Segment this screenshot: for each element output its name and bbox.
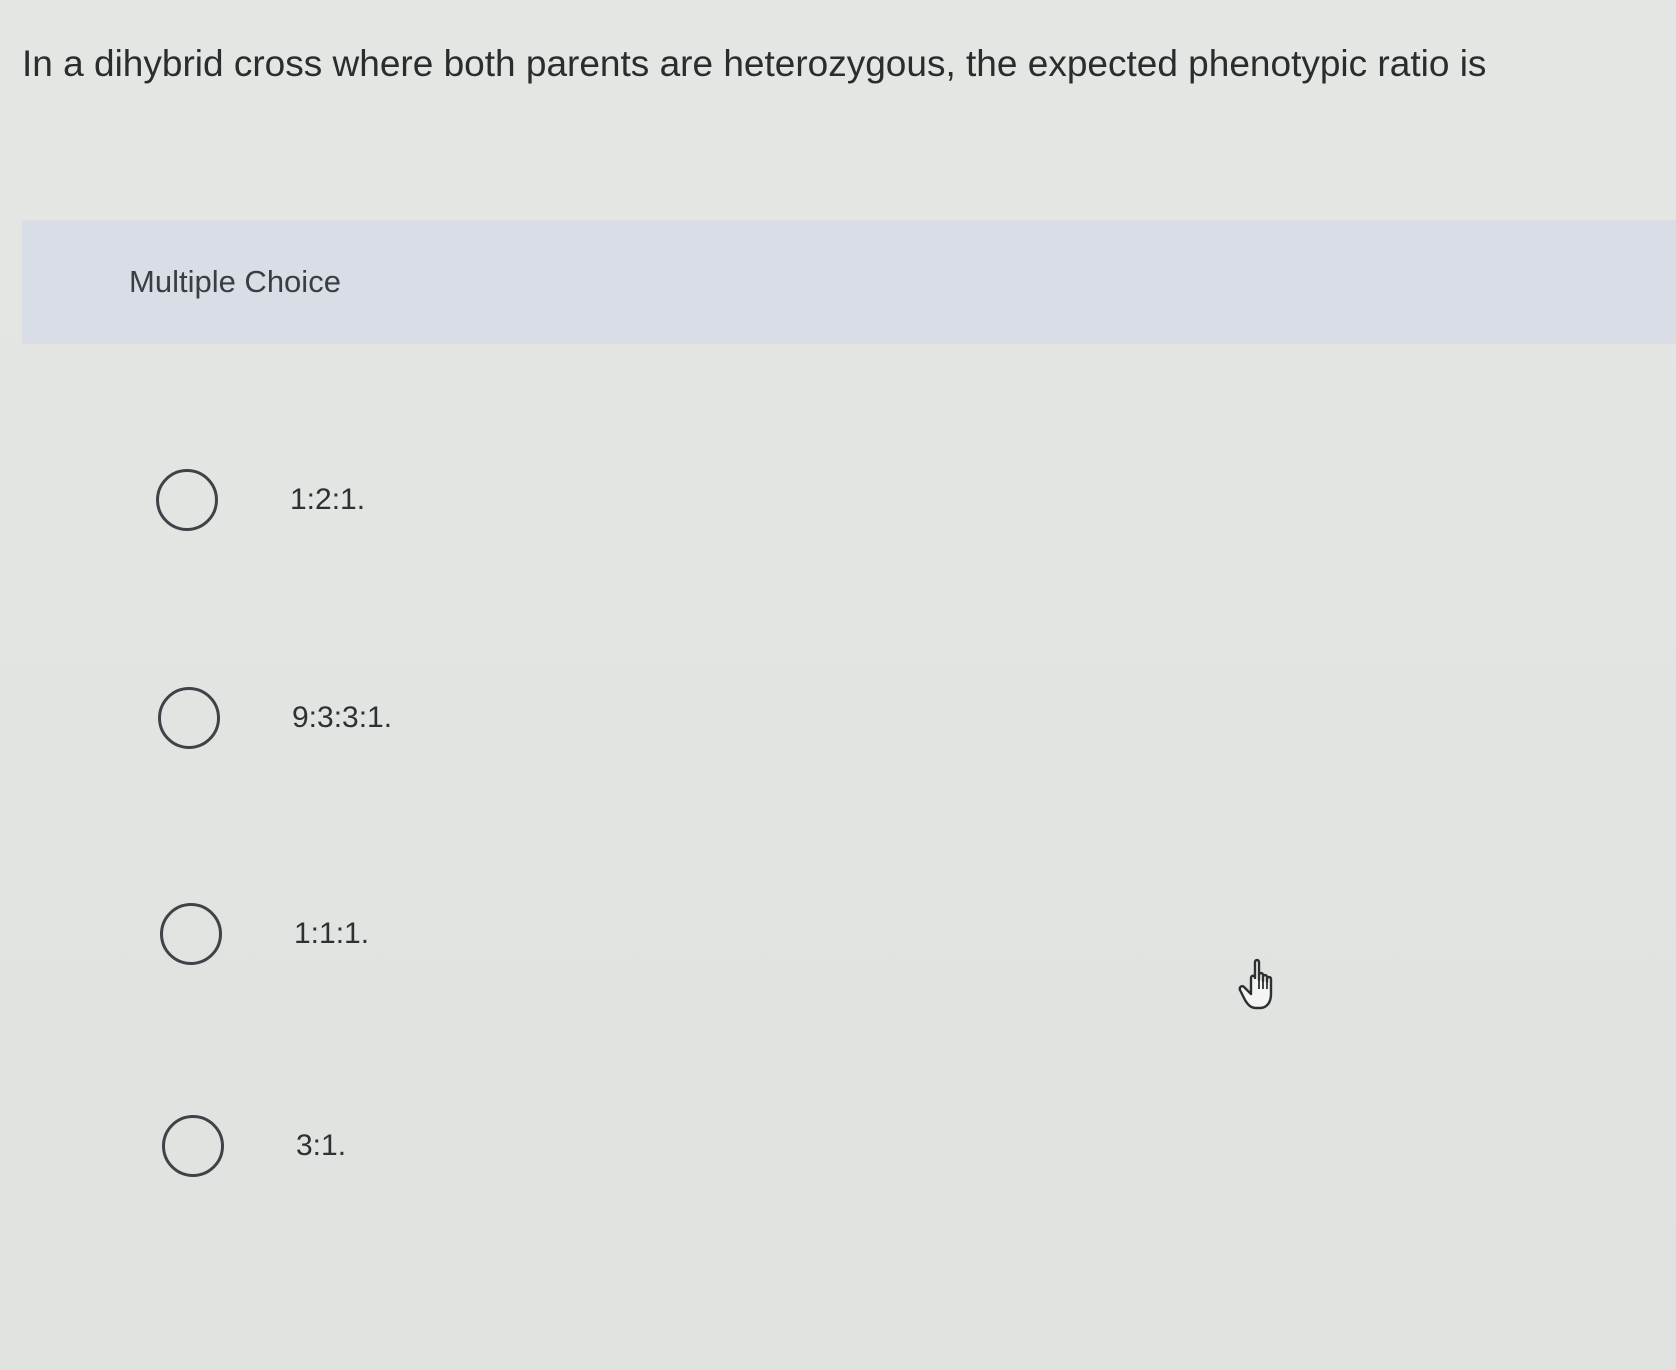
- choice-label: 3:1.: [296, 1129, 347, 1162]
- choice-label: 1:1:1.: [294, 917, 370, 950]
- choice-option-3[interactable]: 1:1:1.: [160, 898, 369, 970]
- choice-label: 9:3:3:1.: [292, 701, 393, 734]
- radio-button-icon[interactable]: [160, 903, 222, 965]
- choice-option-4[interactable]: 3:1.: [162, 1110, 346, 1182]
- choice-option-2[interactable]: 9:3:3:1.: [158, 682, 392, 754]
- section-label: Multiple Choice: [129, 264, 341, 299]
- radio-button-icon[interactable]: [162, 1115, 224, 1177]
- question-text: In a dihybrid cross where both parents a…: [22, 43, 1487, 84]
- choice-option-1[interactable]: 1:2:1.: [156, 464, 365, 536]
- multiple-choice-banner: Multiple Choice: [22, 220, 1676, 344]
- radio-button-icon[interactable]: [158, 687, 220, 749]
- choice-label: 1:2:1.: [290, 483, 366, 516]
- radio-button-icon[interactable]: [156, 469, 218, 531]
- hand-pointer-icon: [1238, 958, 1273, 1010]
